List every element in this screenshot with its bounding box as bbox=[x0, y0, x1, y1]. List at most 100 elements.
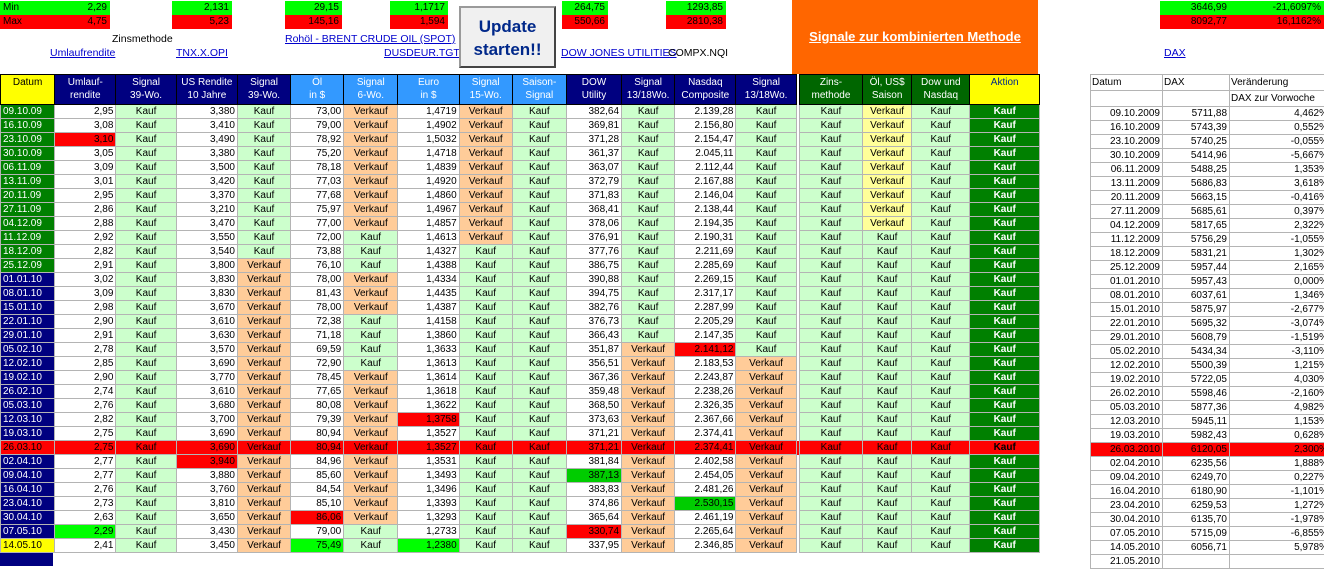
cell-col-12: 2.211,69 bbox=[675, 245, 736, 259]
cell-col-9: Kauf bbox=[512, 357, 566, 371]
cell-col-2: Kauf bbox=[116, 259, 176, 273]
header-col-14: Zins- methode bbox=[799, 75, 862, 105]
cell-col-13: Verkauf bbox=[736, 469, 796, 483]
cell-col-5: 77,00 bbox=[291, 217, 344, 231]
cell-col-13: Kauf bbox=[736, 329, 796, 343]
cell-col-3: 3,690 bbox=[176, 427, 237, 441]
cell-col-10: 382,76 bbox=[566, 301, 621, 315]
cell-col-1: 2,76 bbox=[55, 483, 116, 497]
table-row: 09.04.102,77Kauf3,880Verkauf85,60Verkauf… bbox=[1, 469, 1040, 483]
tnx-link[interactable]: TNX.X.OPI bbox=[176, 47, 228, 59]
cell-col-12: 2.402,58 bbox=[675, 455, 736, 469]
cell-col-5: 80,94 bbox=[291, 441, 344, 455]
cell-col-9: Kauf bbox=[512, 385, 566, 399]
cell-col-7: 1,3633 bbox=[398, 343, 459, 357]
cell-col-13: Verkauf bbox=[736, 441, 796, 455]
cell-col-9: Kauf bbox=[512, 147, 566, 161]
cell-col-3: 3,420 bbox=[176, 175, 237, 189]
max-value: 4,75 bbox=[53, 15, 110, 29]
cell-col-5: 78,00 bbox=[291, 301, 344, 315]
update-button[interactable]: Update starten!! bbox=[459, 6, 556, 68]
min-value: 264,75 bbox=[562, 1, 608, 15]
cell-col-0: 30.10.09 bbox=[1, 147, 55, 161]
dax-cell-1: 5831,21 bbox=[1163, 247, 1230, 261]
cell-col-2: Kauf bbox=[116, 343, 176, 357]
cell-col-4: Verkauf bbox=[238, 259, 291, 273]
cell-col-6: Kauf bbox=[344, 259, 398, 273]
cell-col-1: 2,29 bbox=[55, 525, 116, 539]
cell-col-17: Kauf bbox=[970, 287, 1040, 301]
dax-cell-0: 09.04.2010 bbox=[1091, 471, 1163, 485]
cell-col-0: 05.02.10 bbox=[1, 343, 55, 357]
dax-cell-2: 4,462% bbox=[1230, 107, 1324, 121]
dax-cell-1: 6056,71 bbox=[1163, 541, 1230, 555]
cell-col-11: Kauf bbox=[622, 105, 675, 119]
cell-col-0: 20.11.09 bbox=[1, 189, 55, 203]
cell-col-3: 3,430 bbox=[176, 525, 237, 539]
signal-title-link[interactable]: Signale zur kombinierten Methode bbox=[792, 0, 1038, 74]
umlaufrendite-link[interactable]: Umlaufrendite bbox=[50, 47, 115, 59]
cell-col-1: 2,86 bbox=[55, 203, 116, 217]
cell-col-11: Kauf bbox=[622, 301, 675, 315]
cell-col-6: Kauf bbox=[344, 539, 398, 553]
cell-col-8: Verkauf bbox=[459, 105, 512, 119]
cell-col-2: Kauf bbox=[116, 273, 176, 287]
cell-col-2: Kauf bbox=[116, 301, 176, 315]
cell-col-5: 76,10 bbox=[291, 259, 344, 273]
cell-col-3: 3,450 bbox=[176, 539, 237, 553]
cell-col-8: Kauf bbox=[459, 315, 512, 329]
cell-col-10: 394,75 bbox=[566, 287, 621, 301]
cell-col-6: Kauf bbox=[344, 231, 398, 245]
cell-col-10: 386,75 bbox=[566, 259, 621, 273]
cell-col-8: Kauf bbox=[459, 511, 512, 525]
rohoel-link[interactable]: Rohöl - BRENT CRUDE OIL (SPOT) bbox=[285, 33, 455, 45]
dax-cell-0: 11.12.2009 bbox=[1091, 233, 1163, 247]
cell-col-6: Verkauf bbox=[344, 371, 398, 385]
cell-col-7: 1,4387 bbox=[398, 301, 459, 315]
cell-col-16: Kauf bbox=[912, 259, 970, 273]
cell-col-3: 3,690 bbox=[176, 357, 237, 371]
cell-col-4: Verkauf bbox=[238, 343, 291, 357]
cell-col-3: 3,830 bbox=[176, 273, 237, 287]
max-value: 145,16 bbox=[285, 15, 342, 29]
dax-cell-2: -0,416% bbox=[1230, 191, 1324, 205]
cell-col-10: 382,64 bbox=[566, 105, 621, 119]
table-row: 07.05.102,29Kauf3,430Verkauf79,00Kauf1,2… bbox=[1, 525, 1040, 539]
cell-col-5: 78,92 bbox=[291, 133, 344, 147]
cell-col-9: Kauf bbox=[512, 161, 566, 175]
usdeur-link[interactable]: DUSDEUR.TGT bbox=[384, 47, 460, 59]
cell-col-1: 2,85 bbox=[55, 357, 116, 371]
dax-cell-1: 5686,83 bbox=[1163, 177, 1230, 191]
dax-cell-1: 6235,56 bbox=[1163, 457, 1230, 471]
dax-cell-0: 08.01.2010 bbox=[1091, 289, 1163, 303]
cell-col-11: Kauf bbox=[622, 231, 675, 245]
cell-col-13: Verkauf bbox=[736, 497, 796, 511]
cell-col-15: Kauf bbox=[863, 497, 912, 511]
cell-col-16: Kauf bbox=[912, 441, 970, 455]
cell-col-12: 2.141,12 bbox=[675, 343, 736, 357]
cell-col-11: Kauf bbox=[622, 161, 675, 175]
dax-link[interactable]: DAX bbox=[1164, 47, 1186, 59]
dax-row: 21.05.2010 bbox=[1091, 555, 1324, 569]
cell-col-9: Kauf bbox=[512, 469, 566, 483]
cell-col-16: Kauf bbox=[912, 343, 970, 357]
cell-col-15: Kauf bbox=[863, 539, 912, 553]
cell-col-9: Kauf bbox=[512, 483, 566, 497]
table-row: 26.02.102,74Kauf3,610Verkauf77,65Verkauf… bbox=[1, 385, 1040, 399]
dow-link[interactable]: DOW JONES UTILITIES bbox=[561, 47, 677, 59]
cell-col-7: 1,3293 bbox=[398, 511, 459, 525]
cell-col-6: Verkauf bbox=[344, 217, 398, 231]
cell-col-9: Kauf bbox=[512, 329, 566, 343]
cell-col-1: 2,98 bbox=[55, 301, 116, 315]
cell-col-16: Kauf bbox=[912, 161, 970, 175]
cell-col-17: Kauf bbox=[970, 441, 1040, 455]
dax-cell-2: -1,101% bbox=[1230, 485, 1324, 499]
cell-col-15: Kauf bbox=[863, 525, 912, 539]
cell-col-1: 2,90 bbox=[55, 371, 116, 385]
cell-col-4: Verkauf bbox=[238, 441, 291, 455]
max-value: 1,594 bbox=[390, 15, 448, 29]
cell-col-2: Kauf bbox=[116, 455, 176, 469]
cell-col-4: Verkauf bbox=[238, 525, 291, 539]
cell-col-7: 1,3527 bbox=[398, 427, 459, 441]
cell-col-8: Kauf bbox=[459, 455, 512, 469]
